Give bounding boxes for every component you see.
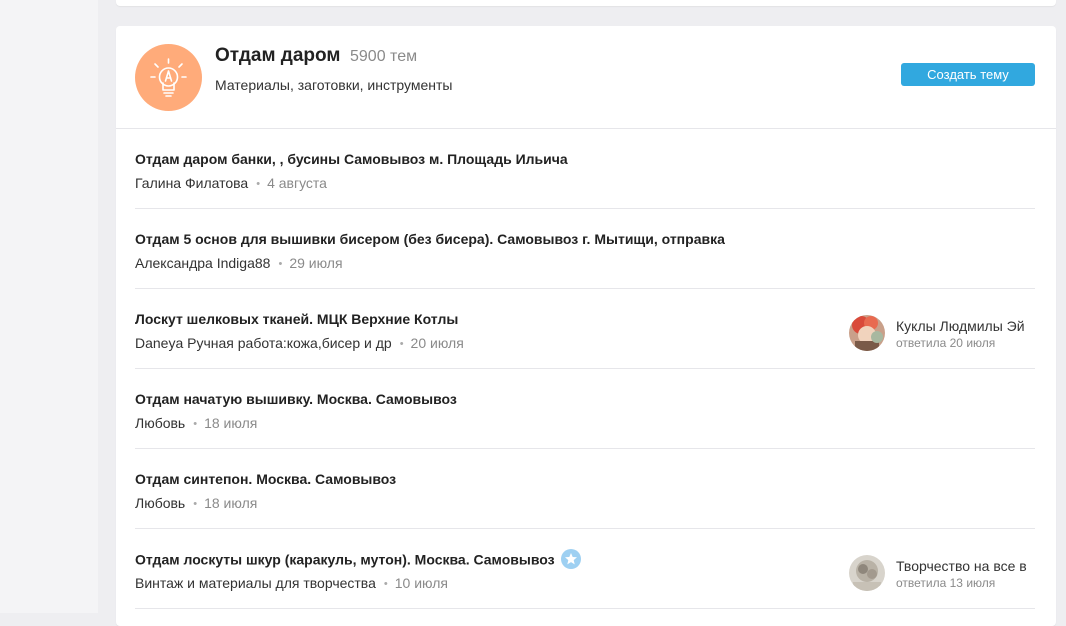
topic-row[interactable]: Отдам 5 основ для вышивки бисером (без б…	[135, 209, 1035, 289]
left-sidebar	[0, 0, 98, 613]
topic-date: 29 июля	[289, 255, 343, 271]
create-topic-button[interactable]: Создать тему	[901, 63, 1035, 86]
topic-author[interactable]: Галина Филатова	[135, 175, 248, 191]
last-reply[interactable]: Творчество на все в ответила 13 июля	[849, 555, 1039, 593]
avatar[interactable]	[849, 315, 885, 351]
separator-dot: •	[399, 338, 404, 350]
lightbulb-pencil-icon	[150, 58, 187, 97]
separator-dot: •	[383, 578, 388, 590]
topic-title[interactable]: Отдам 5 основ для вышивки бисером (без б…	[135, 231, 725, 247]
topic-title[interactable]: Лоскут шелковых тканей. МЦК Верхние Котл…	[135, 311, 458, 327]
topic-count: 5900 тем	[350, 48, 418, 65]
topic-meta: Галина Филатова • 4 августа	[135, 175, 327, 191]
topic-date: 18 июля	[204, 495, 258, 511]
separator-dot: •	[193, 418, 198, 430]
topic-date: 4 августа	[267, 175, 327, 191]
group-title[interactable]: Отдам даром	[215, 45, 340, 67]
topic-date: 18 июля	[204, 415, 258, 431]
reply-date: ответила 13 июля	[896, 576, 996, 590]
reply-author[interactable]: Творчество на все в	[896, 558, 1027, 574]
topic-title[interactable]: Отдам синтепон. Москва. Самовывоз	[135, 471, 396, 487]
reply-date: ответила 20 июля	[896, 336, 996, 350]
topic-author[interactable]: Любовь	[135, 415, 185, 431]
topic-title[interactable]: Отдам лоскуты шкур (каракуль, мутон). Мо…	[135, 549, 581, 571]
reply-author[interactable]: Куклы Людмилы Эй	[896, 318, 1025, 334]
topic-title[interactable]: Отдам даром банки, , бусины Самовывоз м.…	[135, 151, 568, 167]
topic-author[interactable]: Александра Indiga88	[135, 255, 270, 271]
topic-author[interactable]: Любовь	[135, 495, 185, 511]
topic-meta: Любовь • 18 июля	[135, 415, 257, 431]
group-subtitle: Материалы, заготовки, инструменты	[215, 77, 453, 93]
topic-author[interactable]: Винтаж и материалы для творчества	[135, 575, 376, 591]
group-topics-card: Отдам даром 5900 тем Материалы, заготовк…	[116, 26, 1056, 626]
topic-row[interactable]: Отдам синтепон. Москва. Самовывоз Любовь…	[135, 449, 1035, 529]
topic-title-text[interactable]: Отдам лоскуты шкур (каракуль, мутон). Мо…	[135, 552, 555, 568]
separator-dot: •	[278, 258, 283, 270]
topic-row[interactable]: Отдам лоскуты шкур (каракуль, мутон). Мо…	[135, 529, 1035, 609]
star-icon	[560, 549, 581, 569]
topic-date: 20 июля	[410, 335, 464, 351]
group-avatar[interactable]	[135, 44, 202, 111]
group-header: Отдам даром 5900 тем Материалы, заготовк…	[116, 26, 1056, 129]
topic-meta: Daneya Ручная работа:кожа,бисер и др • 20 …	[135, 335, 464, 351]
last-reply[interactable]: Куклы Людмилы Эй ответила 20 июля	[849, 315, 1039, 353]
topic-row[interactable]: Отдам начатую вышивку. Москва. Самовывоз…	[135, 369, 1035, 449]
topic-title[interactable]: Отдам начатую вышивку. Москва. Самовывоз	[135, 391, 457, 407]
separator-dot: •	[256, 178, 261, 190]
topic-meta: Винтаж и материалы для творчества • 10 июл…	[135, 575, 448, 591]
topic-date: 10 июля	[394, 575, 448, 591]
topic-meta: Александра Indiga88 • 29 июля	[135, 255, 343, 271]
avatar[interactable]	[849, 555, 885, 591]
topic-row[interactable]: Лоскут шелковых тканей. МЦК Верхние Котл…	[135, 289, 1035, 369]
previous-card	[116, 0, 1056, 6]
separator-dot: •	[193, 498, 198, 510]
topic-author[interactable]: Daneya Ручная работа:кожа,бисер и др	[135, 335, 392, 351]
topic-row[interactable]: Отдам даром банки, , бусины Самовывоз м.…	[135, 129, 1035, 209]
topic-meta: Любовь • 18 июля	[135, 495, 257, 511]
